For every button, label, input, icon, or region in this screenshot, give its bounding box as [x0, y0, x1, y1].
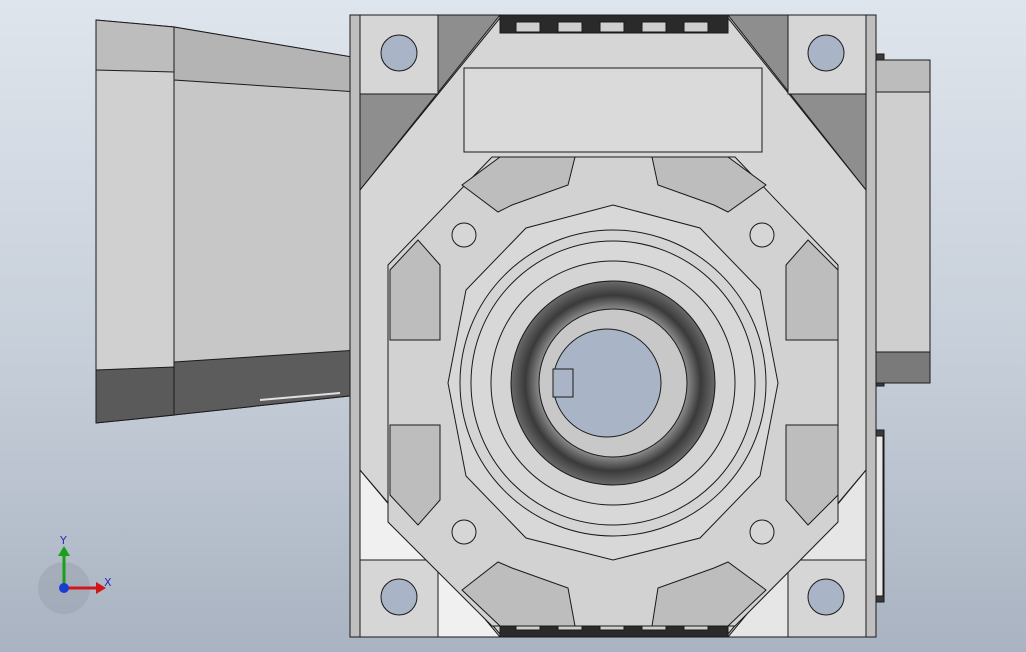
y-axis-arrow — [58, 546, 70, 556]
x-axis-label: X — [104, 576, 112, 589]
cad-viewport[interactable]: Y X — [0, 0, 1026, 652]
y-axis-label: Y — [59, 534, 67, 547]
axis-triad: Y X — [38, 534, 112, 614]
motor-adapter — [95, 19, 359, 424]
z-axis-origin — [59, 583, 69, 593]
gearbox-housing — [349, 14, 877, 638]
gearbox-model[interactable]: Y X — [0, 0, 1026, 652]
